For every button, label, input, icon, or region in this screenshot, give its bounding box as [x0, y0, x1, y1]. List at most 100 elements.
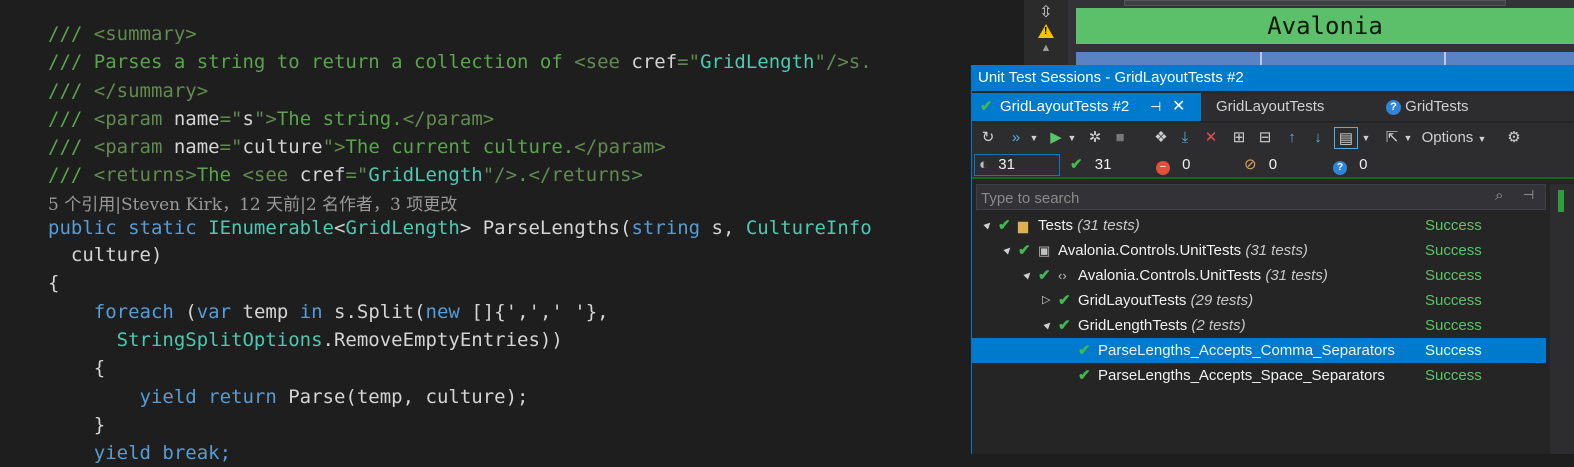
code-token: culture [242, 136, 323, 158]
pin-icon[interactable]: ⊣ [1150, 93, 1161, 121]
code-token: The current culture. [345, 136, 575, 158]
run-all-icon[interactable]: » [1004, 127, 1028, 149]
code-token: "/>s. [814, 51, 872, 73]
code-line: yield return Parse(temp, culture); [48, 383, 529, 411]
code-token: name [173, 136, 220, 158]
check-icon: ✔ [1018, 242, 1031, 259]
paw-icon[interactable]: ❖ [1150, 127, 1172, 149]
status-label: Success [1425, 267, 1482, 284]
pin-icon[interactable]: ⊣ [1523, 187, 1534, 203]
test-tree-row[interactable]: ▲ ✔ ▆ Tests (31 tests) Success [972, 213, 1546, 238]
export-icon[interactable]: ⇱ [1382, 127, 1402, 149]
folder-icon: ▆ [1018, 218, 1028, 233]
code-token: < [334, 217, 346, 239]
expand-icon[interactable]: ▷ [1042, 288, 1050, 313]
code-line: foreach (var temp in s.Split(new []{',',… [48, 298, 609, 326]
code-token: GridLength [700, 51, 815, 73]
code-token: <summary> [93, 23, 197, 45]
code-editor[interactable]: /// <summary>/// Parses a string to retu… [0, 0, 1024, 464]
tab-gridlayouttests[interactable]: GridLayoutTests [1216, 93, 1366, 121]
code-line: StringSplitOptions.RemoveEmptyEntries)) [48, 326, 563, 354]
total-count[interactable]: ◐ 31 [974, 154, 1060, 176]
tab-label: GridLayoutTests #2 [1000, 98, 1130, 115]
test-count: (31 tests) [1245, 242, 1308, 259]
tab-label: GridTests [1405, 98, 1469, 115]
rerun-icon[interactable]: ↻ [978, 127, 998, 149]
code-token: GridLength [345, 217, 460, 239]
code-token: =" [219, 136, 243, 158]
code-token: <param [93, 136, 174, 158]
test-name: GridLayoutTests (29 tests) [1078, 288, 1253, 313]
expand-all-icon[interactable]: ⊞ [1228, 127, 1250, 149]
tab-gridlayouttests-2[interactable]: ✔ GridLayoutTests #2 ⊣ ✕ [972, 93, 1201, 121]
settings-icon[interactable]: ⚙ [1502, 127, 1526, 149]
collapse-all-icon[interactable]: ⊟ [1254, 127, 1276, 149]
total-count-value: 31 [998, 156, 1015, 173]
download-icon[interactable]: ⤓ [1174, 127, 1196, 149]
test-name: GridLengthTests (2 tests) [1078, 313, 1246, 338]
ignored-count-value: 0 [1268, 156, 1278, 173]
test-count: (2 tests) [1191, 317, 1246, 334]
code-token: name [173, 108, 220, 130]
status-label: Success [1425, 292, 1482, 309]
chevron-down-icon[interactable]: ▼ [1066, 127, 1078, 149]
options-label: Options [1421, 129, 1474, 146]
close-icon[interactable]: ✕ [1172, 93, 1185, 121]
failed-icon: − [1156, 161, 1170, 175]
test-tree-row[interactable]: ▷ ✔ GridLayoutTests (29 tests) Success [972, 288, 1546, 313]
test-tree-row[interactable]: ▲ ✔ ▣ Avalonia.Controls.UnitTests (31 tests… [972, 238, 1546, 263]
tab-gridtests[interactable]: ? GridTests [1386, 93, 1516, 121]
stop-icon[interactable]: ■ [1110, 127, 1130, 149]
code-line: yield break; [48, 439, 231, 467]
code-token: =" [219, 108, 243, 130]
chevron-down-icon[interactable]: ▼ [1402, 127, 1414, 149]
chevron-down-icon[interactable]: ▼ [1028, 127, 1040, 149]
code-token: IEnumerable [208, 217, 334, 239]
collapse-icon[interactable]: ▲ [975, 213, 1000, 238]
test-name: Avalonia.Controls.UnitTests (31 tests) [1078, 263, 1328, 288]
options-button[interactable]: Options ▼ [1418, 127, 1490, 149]
status-label: Success [1425, 217, 1482, 234]
arrow-up-icon[interactable]: ↑ [1282, 127, 1302, 149]
tab-label: GridLayoutTests [1216, 98, 1325, 115]
search-input[interactable] [979, 187, 1483, 209]
code-token: "> [253, 108, 277, 130]
scroll-up-icon[interactable]: ▲ [1024, 42, 1068, 54]
test-tree-row[interactable]: ▲ ✔ ‹› Avalonia.Controls.UnitTests (31 test… [972, 263, 1546, 288]
code-token: s.Split( [334, 301, 426, 323]
group-by-icon[interactable]: ▤ [1334, 127, 1358, 149]
clear-icon[interactable]: ✕ [1200, 127, 1222, 149]
ignored-count[interactable]: ⊘ 0 [1244, 155, 1314, 175]
debug-icon[interactable]: ✲ [1084, 127, 1106, 149]
collapse-icon[interactable]: ▲ [1035, 313, 1060, 338]
test-tree-row[interactable]: ✔ ParseLengths_Accepts_Comma_Separators Su… [972, 338, 1546, 363]
collapse-icon[interactable]: ▲ [995, 238, 1020, 263]
warning-icon[interactable]: ! [1038, 24, 1054, 38]
collapse-icon[interactable]: ▲ [1015, 263, 1040, 288]
code-line: /// <param name="s">The string.</param> [48, 105, 494, 133]
code-token: /// [48, 108, 94, 130]
run-icon[interactable]: ▶ [1046, 127, 1066, 149]
test-count: (29 tests) [1190, 292, 1254, 309]
test-name-label: Avalonia.Controls.UnitTests [1058, 242, 1242, 259]
split-icon[interactable]: ⇳ [1024, 2, 1068, 22]
ignored-icon: ⊘ [1244, 156, 1257, 173]
question-icon: ? [1386, 100, 1401, 115]
inconclusive-count[interactable]: ? 0 [1333, 155, 1403, 175]
test-tree-row[interactable]: ✔ ParseLengths_Accepts_Space_Separators Su… [972, 363, 1546, 388]
code-token: /// [48, 80, 94, 102]
code-token: /// [48, 136, 94, 158]
code-token: /// [48, 23, 94, 45]
test-tree-row[interactable]: ▲ ✔ GridLengthTests (2 tests) Success [972, 313, 1546, 338]
side-strip [1550, 184, 1574, 454]
code-token: culture) [48, 244, 163, 266]
passed-count[interactable]: ✔ 31 [1070, 155, 1140, 175]
test-toolbar: ↻ » ▼ ▶ ▼ ✲ ■ ❖ ⤓ ✕ ⊞ ⊟ ↑ ↓ ▤ ▼ ⇱ ▼ Opti… [972, 123, 1574, 153]
search-icon[interactable]: ⌕ [1495, 187, 1503, 204]
code-token: { [48, 272, 60, 294]
check-icon: ✔ [1078, 367, 1091, 384]
chevron-down-icon[interactable]: ▼ [1360, 127, 1372, 149]
arrow-down-icon[interactable]: ↓ [1308, 127, 1328, 149]
failed-count[interactable]: − 0 [1156, 155, 1226, 175]
